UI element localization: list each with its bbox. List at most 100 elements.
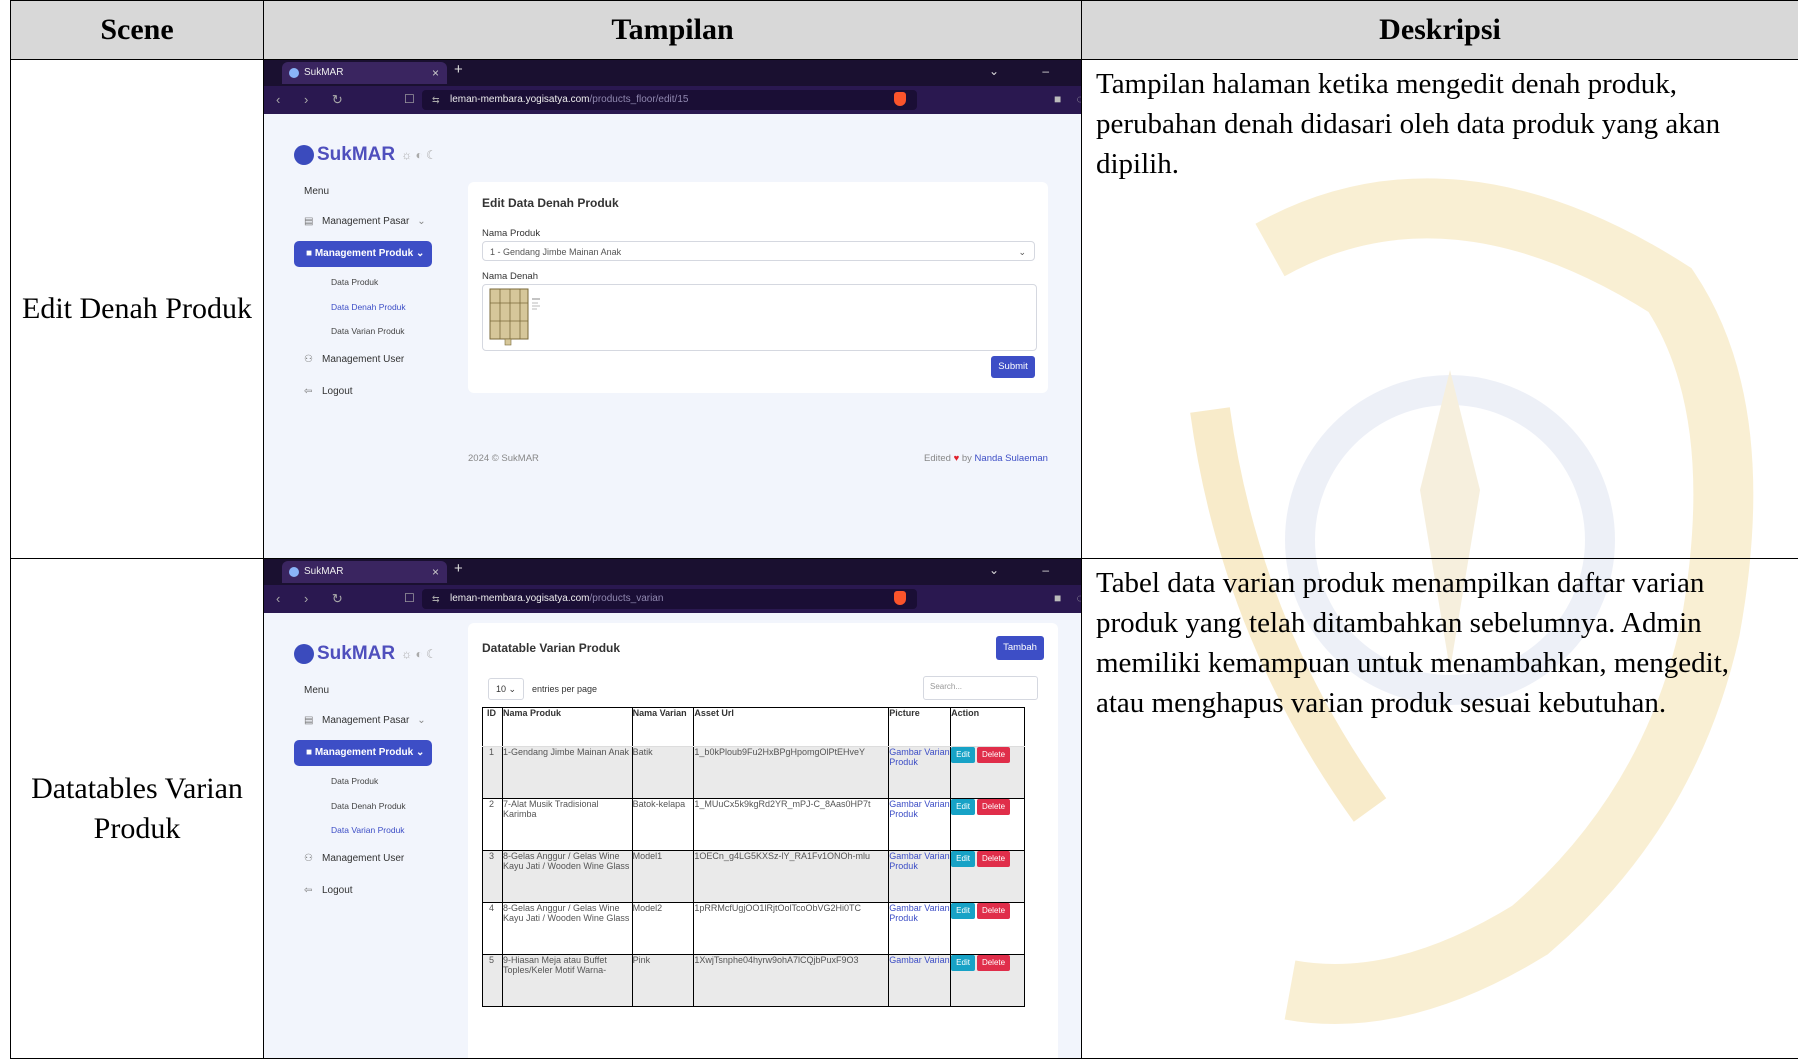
nav-buttons[interactable]: ‹ › ↻ [276,591,353,607]
col-id[interactable]: ID [483,708,503,747]
menu-item-user[interactable]: ⚇Management User [304,853,404,864]
picture-link[interactable]: Gambar Varian Produk [889,903,951,955]
document-table: Scene Tampilan Deskripsi Edit Denah Prod… [10,0,1798,1059]
menu-item-pasar[interactable]: ▤Management Pasar⌄ [304,715,426,726]
users-icon: ⚇ [304,354,314,365]
logout-icon: ⇦ [304,885,314,896]
picture-link[interactable]: Gambar Varian Produk [889,851,951,903]
col-action[interactable]: Action [951,708,1025,747]
brave-shield-icon[interactable] [894,591,906,605]
submit-button[interactable]: Submit [991,356,1035,378]
menu-item-user[interactable]: ⚇ Management User [304,354,404,365]
url-field[interactable]: ⇆ leman-membara.yogisatya.com/products_f… [422,90,917,110]
delete-button[interactable]: Delete [977,903,1010,919]
sub-data-varian[interactable]: Data Varian Produk [331,825,405,835]
address-bar: ‹ › ↻ ☐ ⇆ leman-membara.yogisatya.com/pr… [264,86,1082,114]
menu-label: Management Pasar [322,216,409,227]
sub-data-produk[interactable]: Data Produk [331,277,378,287]
entries-value: 10 [496,684,506,694]
favicon-icon [289,567,299,577]
menu-item-pasar[interactable]: ▤Management Pasar⌄ [304,216,426,227]
cell-nama: 9-Hiasan Meja atau Buffet Toples/Keler M… [502,955,632,1007]
cell-nama: 8-Gelas Anggur / Gelas Wine Kayu Jati / … [502,903,632,955]
sub-data-denah[interactable]: Data Denah Produk [331,302,406,312]
col-nama-varian[interactable]: Nama Varian [632,708,694,747]
menu-item-produk[interactable]: ■ Management Produk ⌄ [294,740,432,766]
footer-author-link[interactable]: Nanda Sulaeman [975,453,1048,464]
cell-action: EditDelete [951,955,1025,1007]
menu-label: Management User [322,354,404,365]
search-input[interactable]: Search... [923,676,1038,700]
sidebar: SukMAR ☼ ◐ ☾ Menu ▤Management Pasar⌄ ■ M… [264,114,444,558]
col-picture[interactable]: Picture [889,708,951,747]
sub-data-varian[interactable]: Data Varian Produk [331,326,405,336]
delete-button[interactable]: Delete [977,955,1010,971]
url-field[interactable]: ⇆ leman-membara.yogisatya.com/products_v… [422,589,917,609]
label-nama-denah: Nama Denah [482,271,538,282]
edit-button[interactable]: Edit [951,799,975,815]
bag-icon: ■ [306,248,315,259]
menu-label: Management User [322,853,404,864]
col-nama-produk[interactable]: Nama Produk [502,708,632,747]
menu-item-logout[interactable]: ⇦Logout [304,386,353,397]
building-icon: ▤ [304,216,314,227]
col-asset-url[interactable]: Asset Url [694,708,889,747]
entries-select[interactable]: 10 ⌄ [488,678,524,700]
sub-data-produk[interactable]: Data Produk [331,776,378,786]
logo[interactable]: SukMAR ☼ ◐ ☾ [294,144,437,166]
chevron-down-icon: ⌄ [416,747,424,758]
cell-asset: 1XwjTsnphe04hyrw9ohA7lCQjbPuxF9O3 [694,955,889,1007]
new-tab-icon[interactable]: + [454,61,463,78]
close-tab-icon[interactable]: × [432,62,439,84]
scene-cell: Datatables Varian Produk [11,559,264,1059]
url-host: leman-membara.yogisatya.com [450,94,590,105]
edit-button[interactable]: Edit [951,851,975,867]
denah-image-field[interactable] [482,284,1037,351]
chevron-down-icon: ⌄ [416,248,424,259]
menu-item-produk[interactable]: ■ Management Produk ⌄ [294,241,432,267]
bookmark-icon[interactable]: ☐ [404,591,415,605]
cell-varian: Batok-kelapa [632,799,694,851]
delete-button[interactable]: Delete [977,747,1010,763]
header-deskripsi: Deskripsi [1082,1,1798,60]
description-cell: Tabel data varian produk menampilkan daf… [1082,559,1798,1059]
menu-item-logout[interactable]: ⇦ Logout [304,885,353,896]
table-row: 3 8-Gelas Anggur / Gelas Wine Kayu Jati … [483,851,1025,903]
window-controls[interactable]: ⌄ – ▫ ✕ [989,563,1082,577]
bag-icon: ■ [306,747,315,758]
nav-buttons[interactable]: ‹ › ↻ [276,92,353,108]
bookmark-icon[interactable]: ☐ [404,92,415,106]
browser-tab[interactable]: SukMAR × [282,561,447,583]
delete-button[interactable]: Delete [977,851,1010,867]
site-info-icon[interactable]: ⇆ [432,90,440,110]
picture-link[interactable]: Gambar Varian Produk [889,747,951,799]
picture-link[interactable]: Gambar Varian [889,955,951,1007]
edit-button[interactable]: Edit [951,903,975,919]
brave-shield-icon[interactable] [894,92,906,106]
theme-toggle[interactable]: ☼ ◐ ☾ [401,647,437,661]
window-controls[interactable]: ⌄ – ▫ ✕ [989,64,1082,78]
picture-link[interactable]: Gambar Varian Produk [889,799,951,851]
edit-button[interactable]: Edit [951,747,975,763]
select-value: 1 - Gendang Jimbe Mainan Anak [490,247,621,257]
new-tab-icon[interactable]: + [454,560,463,577]
browser-tab[interactable]: SukMAR × [282,62,447,84]
footer-credit: Edited ♥ by Nanda Sulaeman [924,453,1048,464]
delete-button[interactable]: Delete [977,799,1010,815]
extension-icons[interactable]: ■ ◌ ◫ ▬ ≡ [1054,92,1082,106]
browser-window: SukMAR × + ⌄ – ▫ ✕ ‹ › ↻ ☐ ⇆ leman-memba… [264,60,1082,558]
edit-form-card: Edit Data Denah Produk Nama Produk 1 - G… [468,182,1048,393]
cell-nama: 7-Alat Musik Tradisional Karimba [502,799,632,851]
edit-button[interactable]: Edit [951,955,975,971]
logo-icon [294,145,314,165]
site-info-icon[interactable]: ⇆ [432,589,440,609]
produk-select[interactable]: 1 - Gendang Jimbe Mainan Anak ⌄ [482,241,1035,261]
menu-label: Logout [322,885,353,896]
extension-icons[interactable]: ■ ◌ ◫ ▬ ≡ [1054,591,1082,605]
logo[interactable]: SukMAR ☼ ◐ ☾ [294,643,437,665]
theme-toggle[interactable]: ☼ ◐ ☾ [401,148,437,162]
tambah-button[interactable]: Tambah [996,636,1044,660]
close-tab-icon[interactable]: × [432,561,439,583]
sub-data-denah[interactable]: Data Denah Produk [331,801,406,811]
header-scene: Scene [11,1,264,60]
